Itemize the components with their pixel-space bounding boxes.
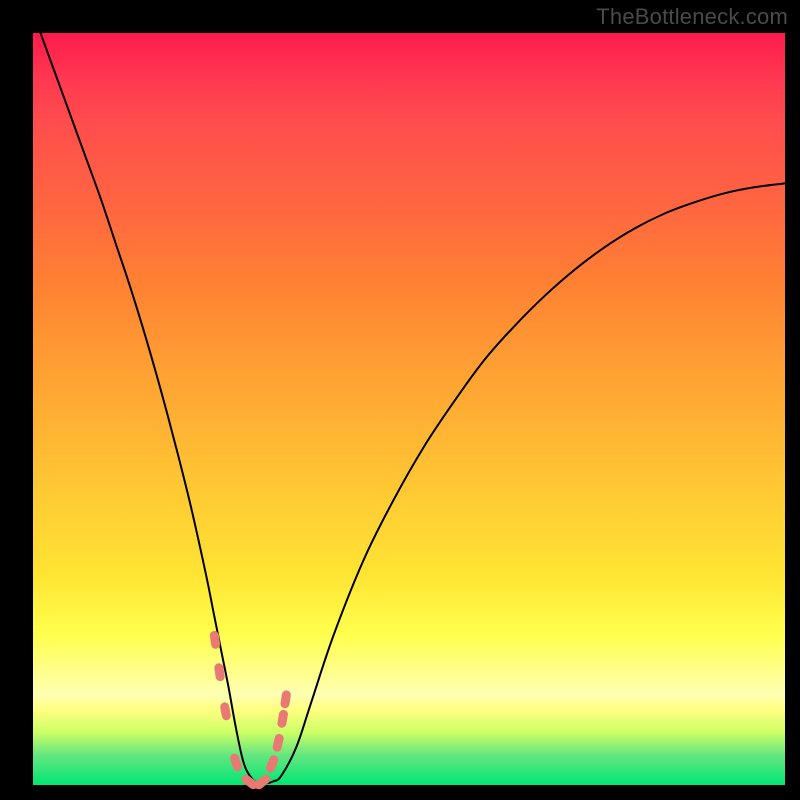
curve-marker [272, 733, 285, 753]
watermark-text: TheBottleneck.com [596, 4, 788, 30]
chart-container: TheBottleneck.com [0, 0, 800, 800]
curve-marker [277, 709, 289, 728]
curve-layer [33, 33, 785, 785]
curve-marker [219, 702, 231, 721]
plot-area [33, 33, 785, 785]
curve-marker [280, 690, 292, 709]
bottleneck-curve [41, 33, 785, 784]
curve-marker [209, 630, 220, 649]
curve-marker [265, 754, 280, 774]
